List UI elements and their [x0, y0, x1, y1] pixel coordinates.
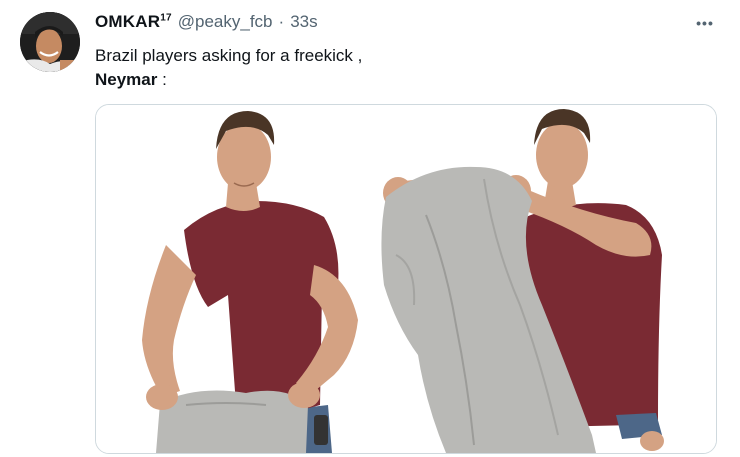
meme-image — [96, 105, 716, 453]
author-handle[interactable]: @peaky_fcb — [178, 12, 273, 32]
author-badge: 17 — [160, 12, 172, 24]
more-button[interactable]: ••• — [692, 12, 718, 34]
tweet-text-line-2: Neymar : — [95, 68, 720, 92]
more-horizontal-icon: ••• — [696, 15, 714, 31]
avatar[interactable] — [20, 12, 80, 72]
separator-dot: · — [278, 12, 285, 31]
tweet-text-line-1: Brazil players asking for a freekick , — [95, 46, 363, 65]
tweet-text-rest: : — [157, 70, 167, 89]
tweet-media[interactable] — [95, 104, 717, 454]
tweet-timestamp[interactable]: 33s — [290, 12, 317, 32]
author-name[interactable]: OMKAR17 — [95, 12, 172, 32]
tweet-header: OMKAR17 @peaky_fcb · 33s — [95, 12, 710, 38]
tweet-text: Brazil players asking for a freekick , N… — [95, 44, 720, 92]
tweet-text-bold: Neymar — [95, 70, 158, 89]
tweet[interactable]: OMKAR17 @peaky_fcb · 33s ••• Brazil play… — [0, 0, 740, 457]
avatar-image — [20, 12, 80, 72]
